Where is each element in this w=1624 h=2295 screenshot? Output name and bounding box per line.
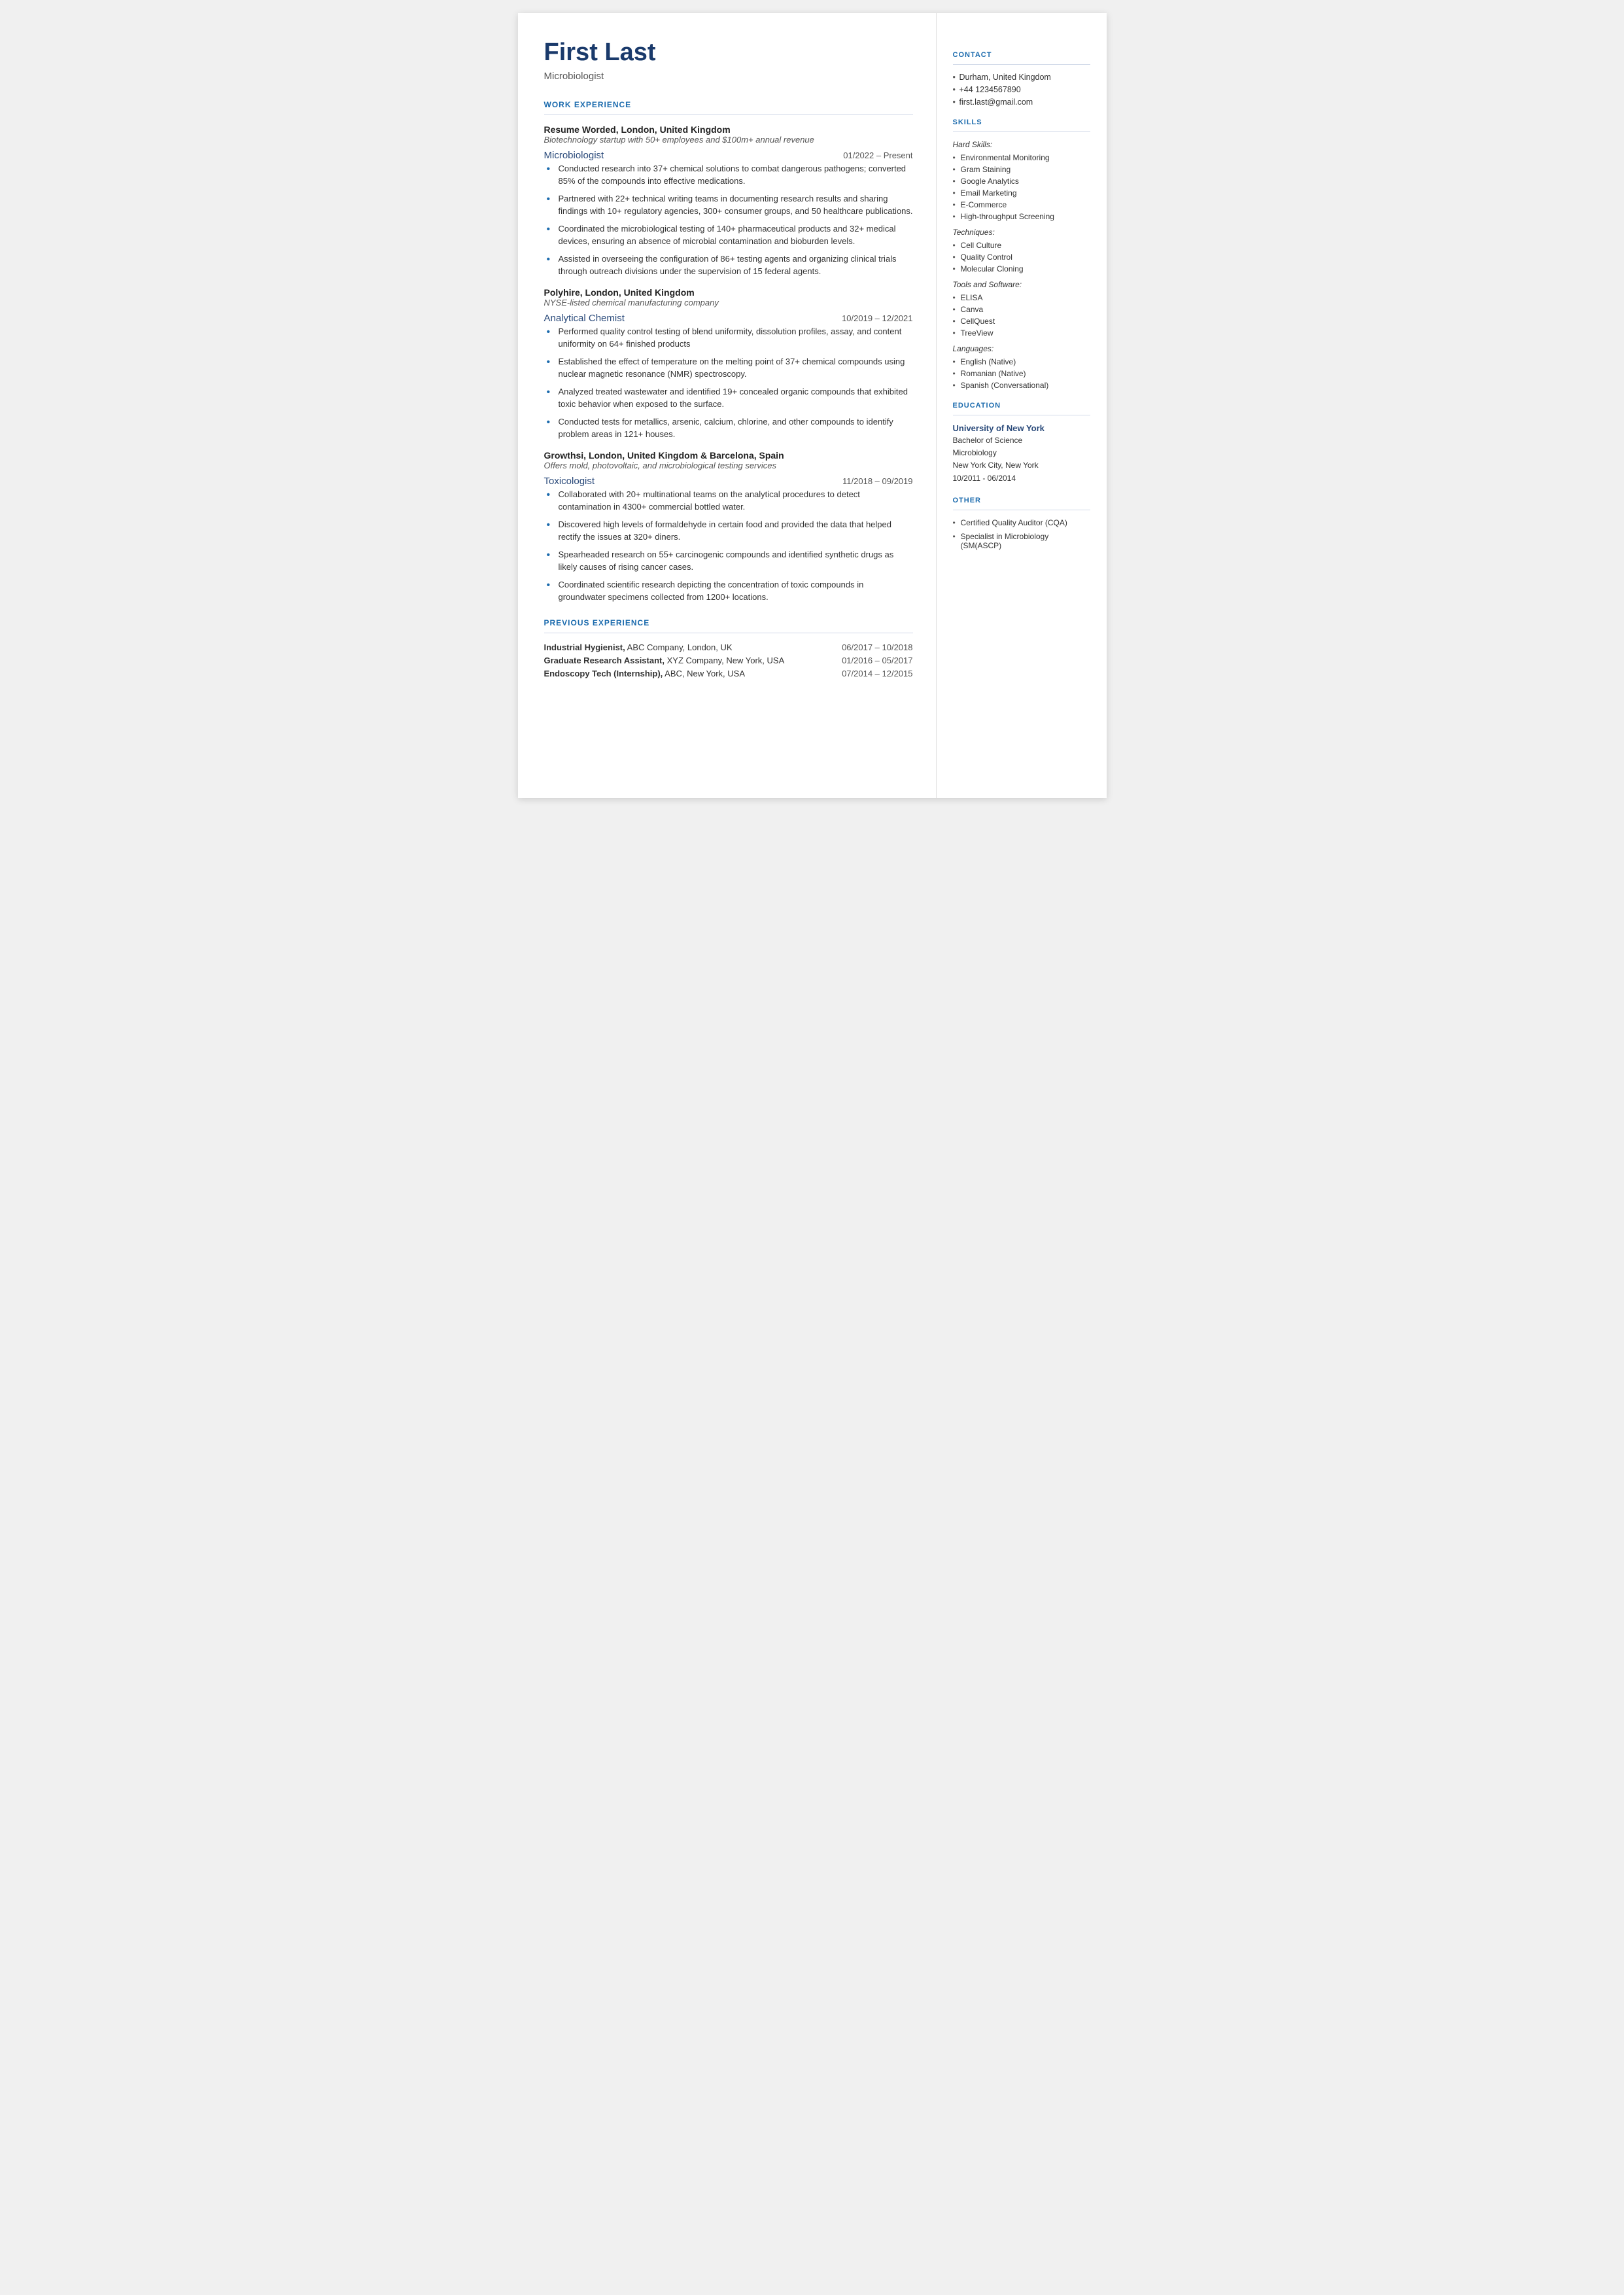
hard-skill-4: Email Marketing <box>953 188 1090 198</box>
tools-label: Tools and Software: <box>953 280 1090 289</box>
job-block-1: Resume Worded, London, United Kingdom Bi… <box>544 124 913 278</box>
job-header-2: Analytical Chemist 10/2019 – 12/2021 <box>544 313 913 324</box>
edu-location: New York City, New York <box>953 459 1090 472</box>
work-experience-heading: WORK EXPERIENCE <box>544 100 913 109</box>
bullet-item: Conducted research into 37+ chemical sol… <box>547 162 913 188</box>
prev-job-row-2: Graduate Research Assistant, XYZ Company… <box>544 656 913 665</box>
work-experience-divider <box>544 114 913 115</box>
prev-job-label-3: Endoscopy Tech (Internship), ABC, New Yo… <box>544 669 829 678</box>
employer-desc-3: Offers mold, photovoltaic, and microbiol… <box>544 461 913 470</box>
job-header-3: Toxicologist 11/2018 – 09/2019 <box>544 476 913 487</box>
education-heading: EDUCATION <box>953 402 1090 410</box>
hard-skills-label: Hard Skills: <box>953 140 1090 149</box>
job-bullets-2: Performed quality control testing of ble… <box>544 325 913 441</box>
skills-divider <box>953 131 1090 132</box>
tool-2: Canva <box>953 305 1090 314</box>
hard-skill-5: E-Commerce <box>953 200 1090 209</box>
language-1: English (Native) <box>953 357 1090 366</box>
candidate-name: First Last <box>544 39 913 67</box>
bullet-item: Conducted tests for metallics, arsenic, … <box>547 415 913 441</box>
prev-job-dates-1: 06/2017 – 10/2018 <box>842 642 912 652</box>
edu-degree: Bachelor of Science <box>953 434 1090 447</box>
bullet-item: Discovered high levels of formaldehyde i… <box>547 518 913 544</box>
employer-name-3: Growthsi, London, United Kingdom & Barce… <box>544 450 913 461</box>
employer-name-1: Resume Worded, London, United Kingdom <box>544 124 913 135</box>
edu-school: University of New York <box>953 423 1090 433</box>
left-column: First Last Microbiologist WORK EXPERIENC… <box>518 13 937 798</box>
prev-job-row-3: Endoscopy Tech (Internship), ABC, New Yo… <box>544 669 913 678</box>
hard-skill-2: Gram Staining <box>953 165 1090 174</box>
contact-address: Durham, United Kingdom <box>953 73 1090 82</box>
technique-2: Quality Control <box>953 253 1090 262</box>
job-dates-1: 01/2022 – Present <box>843 150 912 160</box>
bullet-item: Established the effect of temperature on… <box>547 355 913 381</box>
technique-3: Molecular Cloning <box>953 264 1090 273</box>
job-block-2: Polyhire, London, United Kingdom NYSE-li… <box>544 287 913 441</box>
job-header-1: Microbiologist 01/2022 – Present <box>544 150 913 161</box>
other-1: Certified Quality Auditor (CQA) <box>953 518 1090 527</box>
job-title-1: Microbiologist <box>544 150 604 161</box>
employer-desc-1: Biotechnology startup with 50+ employees… <box>544 135 913 145</box>
bullet-item: Assisted in overseeing the configuration… <box>547 253 913 278</box>
bullet-item: Analyzed treated wastewater and identifi… <box>547 385 913 411</box>
job-bullets-1: Conducted research into 37+ chemical sol… <box>544 162 913 278</box>
prev-job-label-1: Industrial Hygienist, ABC Company, Londo… <box>544 642 829 652</box>
bullet-item: Coordinated the microbiological testing … <box>547 222 913 248</box>
prev-job-dates-2: 01/2016 – 05/2017 <box>842 656 912 665</box>
hard-skill-6: High-throughput Screening <box>953 212 1090 221</box>
employer-desc-2: NYSE-listed chemical manufacturing compa… <box>544 298 913 307</box>
language-3: Spanish (Conversational) <box>953 381 1090 390</box>
other-2: Specialist in Microbiology (SM(ASCP) <box>953 532 1090 550</box>
language-2: Romanian (Native) <box>953 369 1090 378</box>
job-title-3: Toxicologist <box>544 476 595 487</box>
contact-phone: +44 1234567890 <box>953 85 1090 94</box>
right-column: CONTACT Durham, United Kingdom +44 12345… <box>937 13 1107 798</box>
job-title-2: Analytical Chemist <box>544 313 625 324</box>
contact-heading: CONTACT <box>953 51 1090 59</box>
bullet-item: Collaborated with 20+ multinational team… <box>547 488 913 514</box>
hard-skill-3: Google Analytics <box>953 177 1090 186</box>
tool-4: TreeView <box>953 328 1090 338</box>
languages-label: Languages: <box>953 344 1090 353</box>
bullet-item: Partnered with 22+ technical writing tea… <box>547 192 913 218</box>
tool-1: ELISA <box>953 293 1090 302</box>
bullet-item: Performed quality control testing of ble… <box>547 325 913 351</box>
job-bullets-3: Collaborated with 20+ multinational team… <box>544 488 913 604</box>
employer-name-2: Polyhire, London, United Kingdom <box>544 287 913 298</box>
job-block-3: Growthsi, London, United Kingdom & Barce… <box>544 450 913 604</box>
prev-experience-heading: PREVIOUS EXPERIENCE <box>544 618 913 627</box>
bullet-item: Coordinated scientific research depictin… <box>547 578 913 604</box>
prev-job-row-1: Industrial Hygienist, ABC Company, Londo… <box>544 642 913 652</box>
prev-job-label-2: Graduate Research Assistant, XYZ Company… <box>544 656 829 665</box>
job-dates-3: 11/2018 – 09/2019 <box>842 476 912 486</box>
contact-divider <box>953 64 1090 65</box>
tool-3: CellQuest <box>953 317 1090 326</box>
job-dates-2: 10/2019 – 12/2021 <box>842 313 912 323</box>
edu-dates: 10/2011 - 06/2014 <box>953 472 1090 485</box>
candidate-title: Microbiologist <box>544 71 913 82</box>
skills-heading: SKILLS <box>953 118 1090 126</box>
hard-skill-1: Environmental Monitoring <box>953 153 1090 162</box>
prev-job-dates-3: 07/2014 – 12/2015 <box>842 669 912 678</box>
technique-1: Cell Culture <box>953 241 1090 250</box>
techniques-label: Techniques: <box>953 228 1090 237</box>
edu-field: Microbiology <box>953 447 1090 459</box>
other-heading: OTHER <box>953 497 1090 504</box>
resume-container: First Last Microbiologist WORK EXPERIENC… <box>518 13 1107 798</box>
bullet-item: Spearheaded research on 55+ carcinogenic… <box>547 548 913 574</box>
contact-email: first.last@gmail.com <box>953 97 1090 107</box>
